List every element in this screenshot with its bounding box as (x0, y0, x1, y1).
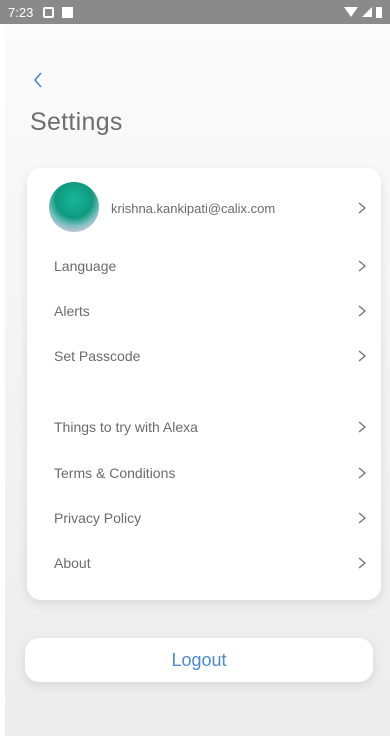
square-notification-icon (62, 6, 74, 18)
chevron-left-icon (33, 72, 42, 88)
chevron-right-icon (358, 421, 367, 433)
chevron-right-icon (358, 260, 367, 272)
chevron-right-icon (358, 350, 367, 362)
settings-item-language[interactable]: Language (27, 246, 381, 286)
chevron-right-icon (358, 512, 367, 524)
settings-card: krishna.kankipati@calix.com Language Ale… (27, 168, 381, 600)
status-right-icons (344, 6, 382, 18)
settings-item-label: Privacy Policy (54, 510, 142, 526)
signal-icon (362, 7, 372, 17)
settings-item-set-passcode[interactable]: Set Passcode (27, 336, 381, 376)
settings-item-label: Set Passcode (54, 348, 141, 364)
avatar (49, 182, 99, 232)
settings-item-alerts[interactable]: Alerts (27, 291, 381, 331)
settings-screen: Settings krishna.kankipati@calix.com Lan… (5, 24, 390, 736)
chevron-right-icon (358, 467, 367, 479)
page-title: Settings (30, 108, 123, 136)
battery-icon (376, 6, 382, 18)
status-bar: 7:23 (0, 0, 390, 24)
settings-item-label: Things to try with Alexa (54, 419, 198, 435)
profile-row[interactable]: krishna.kankipati@calix.com (27, 180, 381, 236)
settings-item-alexa[interactable]: Things to try with Alexa (27, 407, 381, 447)
settings-item-label: Alerts (54, 303, 90, 319)
status-time: 7:23 (8, 4, 34, 20)
profile-email: krishna.kankipati@calix.com (111, 200, 276, 216)
chevron-right-icon (358, 305, 367, 317)
chevron-right-icon (358, 202, 367, 214)
logout-button[interactable]: Logout (25, 638, 373, 682)
settings-item-label: About (54, 555, 91, 571)
wifi-icon (344, 7, 358, 17)
settings-item-terms[interactable]: Terms & Conditions (27, 453, 381, 493)
home-icon (43, 6, 55, 18)
chevron-right-icon (358, 557, 367, 569)
settings-item-label: Language (54, 258, 117, 274)
settings-item-label: Terms & Conditions (54, 465, 176, 481)
back-button[interactable] (27, 68, 51, 92)
settings-item-privacy[interactable]: Privacy Policy (27, 498, 381, 538)
settings-item-about[interactable]: About (27, 543, 381, 583)
